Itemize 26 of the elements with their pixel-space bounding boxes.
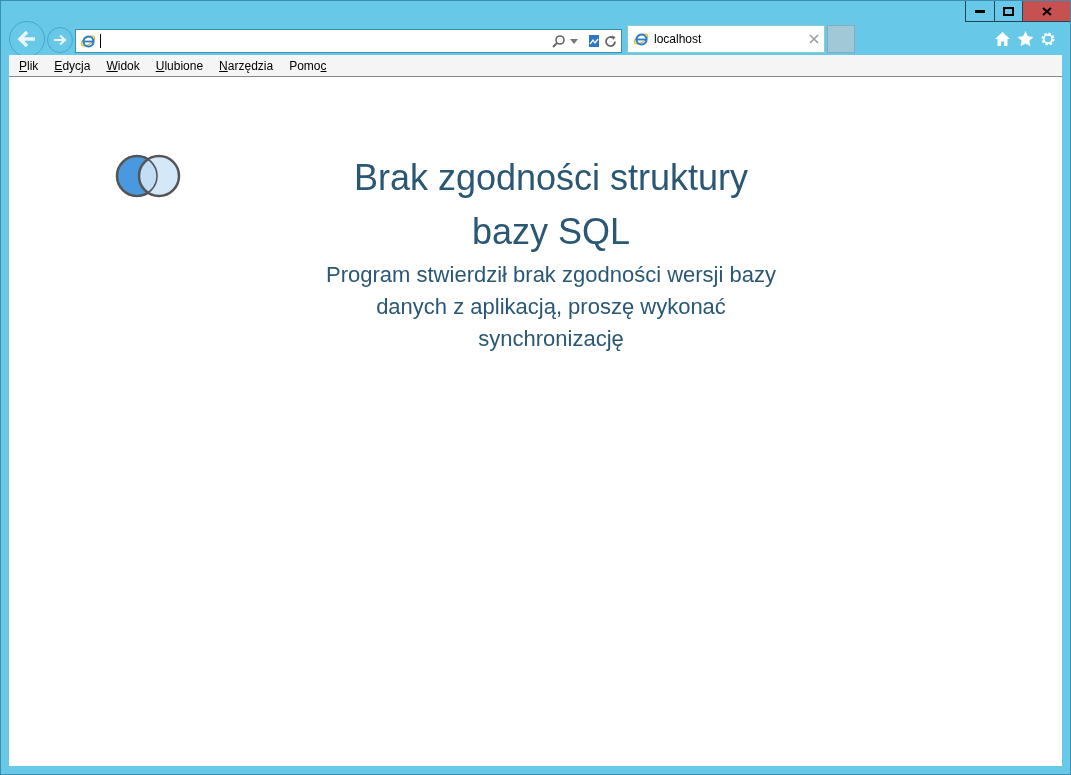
menu-item[interactable]: Plik [19,56,39,75]
error-message: Program stwierdził brak zgodności wersji bazy danych z aplikacją, proszę wykonać synchronizację [325,261,777,353]
address-field[interactable] [75,29,622,53]
menu-item[interactable]: Narzędzia [219,56,274,75]
arrow-right-icon [53,34,67,46]
close-button[interactable] [1023,1,1070,21]
close-icon[interactable] [809,34,819,44]
refresh-icon[interactable] [604,34,617,48]
star-icon[interactable] [1017,31,1034,47]
page-title: Brak zgodności struktury bazy SQL [352,156,750,254]
browser-tab[interactable]: localhost [627,25,825,53]
settings-icon[interactable] [1040,31,1056,47]
overlapping-circles-icon [115,154,181,198]
arrow-left-icon [17,30,37,48]
caret-icon[interactable] [570,38,578,44]
search-icon[interactable] [552,34,566,48]
browser-logo-icon [80,33,96,49]
menu-item[interactable]: Ulubione [155,56,204,75]
close-icon [1041,6,1052,16]
menu-item[interactable]: Widok [106,56,140,75]
compatibility-icon[interactable] [588,34,600,48]
menu-item[interactable]: Edycja [54,56,91,75]
menu-item[interactable]: Pomoc [289,56,327,75]
home-icon[interactable] [994,31,1011,47]
tab-title: localhost [654,31,703,48]
browser-logo-icon [633,31,649,47]
